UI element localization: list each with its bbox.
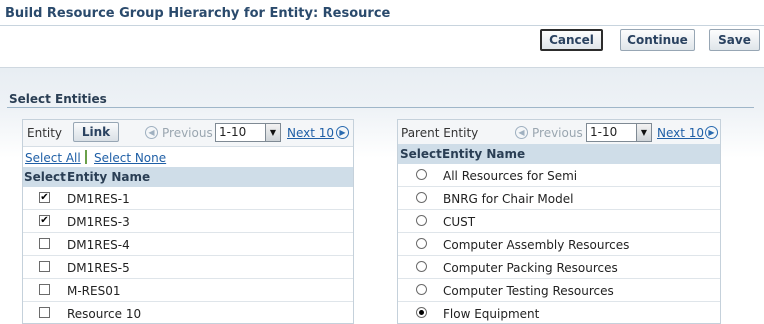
section-divider	[7, 107, 754, 108]
triangle-down-icon[interactable]: ▼	[636, 124, 651, 141]
row-radio[interactable]	[416, 192, 427, 203]
select-all-bar: Select All Select None	[23, 147, 353, 167]
table-row: ✔ DM1RES-1	[23, 187, 353, 210]
range-select-value: 1-10	[219, 125, 247, 139]
row-radio[interactable]	[416, 215, 427, 226]
row-radio[interactable]	[416, 238, 427, 249]
parent-nav-bar: Parent Entity ◀ Previous 1-10 ▼ Next 10 …	[398, 120, 720, 147]
entity-name: DM1RES-1	[67, 192, 130, 206]
table-row: Resource 10	[23, 302, 353, 324]
table-row: DM1RES-5	[23, 256, 353, 279]
row-checkbox[interactable]	[39, 284, 50, 295]
link-button[interactable]: Link	[73, 122, 119, 142]
table-row: All Resources for Semi	[398, 164, 720, 187]
table-row: CUST	[398, 210, 720, 233]
title-divider	[0, 25, 764, 26]
entity-name: DM1RES-5	[67, 261, 130, 275]
entity-name: Resource 10	[67, 307, 142, 321]
select-column-header: Select	[24, 170, 66, 184]
table-row: Computer Assembly Resources	[398, 233, 720, 256]
next-link[interactable]: Next 10	[287, 126, 334, 140]
select-all-link[interactable]: Select All	[25, 151, 81, 165]
radio-dot-icon	[419, 310, 424, 315]
row-checkbox[interactable]: ✔	[39, 192, 50, 203]
link-separator	[85, 150, 87, 164]
entity-name: Flow Equipment	[443, 307, 540, 321]
row-radio-selected[interactable]	[416, 307, 427, 318]
entity-table: Entity Link ◀ Previous 1-10 ▼ Next 10 ▶ …	[22, 119, 354, 324]
previous-link: Previous	[532, 126, 583, 140]
table-row: Flow Equipment	[398, 302, 720, 324]
entity-name: Computer Packing Resources	[443, 261, 618, 275]
table-row: BNRG for Chair Model	[398, 187, 720, 210]
triangle-down-icon[interactable]: ▼	[265, 124, 280, 141]
entity-label: Entity	[27, 126, 63, 140]
entity-name: All Resources for Semi	[443, 169, 578, 183]
checkmark-icon: ✔	[40, 191, 49, 203]
previous-link: Previous	[162, 126, 213, 140]
row-radio[interactable]	[416, 284, 427, 295]
page-title: Build Resource Group Hierarchy for Entit…	[5, 6, 391, 21]
row-radio[interactable]	[416, 169, 427, 180]
chevron-left-circle-icon: ◀	[515, 126, 528, 139]
entity-name: CUST	[443, 215, 476, 229]
table-row: DM1RES-4	[23, 233, 353, 256]
entity-name: Computer Testing Resources	[443, 284, 614, 298]
select-column-header: Select	[400, 147, 442, 161]
next-link[interactable]: Next 10	[657, 126, 704, 140]
entity-name: Computer Assembly Resources	[443, 238, 630, 252]
row-radio[interactable]	[416, 261, 427, 272]
table-row: Computer Packing Resources	[398, 256, 720, 279]
entity-name: DM1RES-3	[67, 215, 130, 229]
row-checkbox[interactable]	[39, 238, 50, 249]
table-row: Computer Testing Resources	[398, 279, 720, 302]
parent-entity-table: Parent Entity ◀ Previous 1-10 ▼ Next 10 …	[397, 119, 721, 324]
chevron-left-circle-icon: ◀	[145, 126, 158, 139]
cancel-button[interactable]: Cancel	[540, 29, 603, 51]
row-checkbox[interactable]: ✔	[39, 215, 50, 226]
chevron-right-circle-icon[interactable]: ▶	[705, 126, 718, 139]
row-checkbox[interactable]	[39, 307, 50, 318]
checkmark-icon: ✔	[40, 214, 49, 226]
entity-name: M-RES01	[67, 284, 121, 298]
table-row: ✔ DM1RES-3	[23, 210, 353, 233]
table-row: M-RES01	[23, 279, 353, 302]
row-checkbox[interactable]	[39, 261, 50, 272]
entity-table-header: Select Entity Name	[23, 167, 353, 187]
range-select[interactable]: 1-10 ▼	[586, 123, 652, 142]
range-select[interactable]: 1-10 ▼	[215, 123, 281, 142]
entity-name: BNRG for Chair Model	[443, 192, 574, 206]
parent-entity-label: Parent Entity	[401, 126, 479, 140]
select-none-link[interactable]: Select None	[94, 151, 166, 165]
entity-nav-bar: Entity Link ◀ Previous 1-10 ▼ Next 10 ▶	[23, 120, 353, 147]
entity-name-column-header: Entity Name	[442, 147, 526, 161]
parent-table-header: Select Entity Name	[398, 144, 720, 164]
section-title: Select Entities	[9, 92, 107, 106]
range-select-value: 1-10	[590, 125, 618, 139]
entity-name-column-header: Entity Name	[67, 170, 151, 184]
continue-button[interactable]: Continue	[620, 29, 695, 51]
save-button[interactable]: Save	[709, 29, 760, 51]
entity-name: DM1RES-4	[67, 238, 130, 252]
chevron-right-circle-icon[interactable]: ▶	[336, 126, 349, 139]
